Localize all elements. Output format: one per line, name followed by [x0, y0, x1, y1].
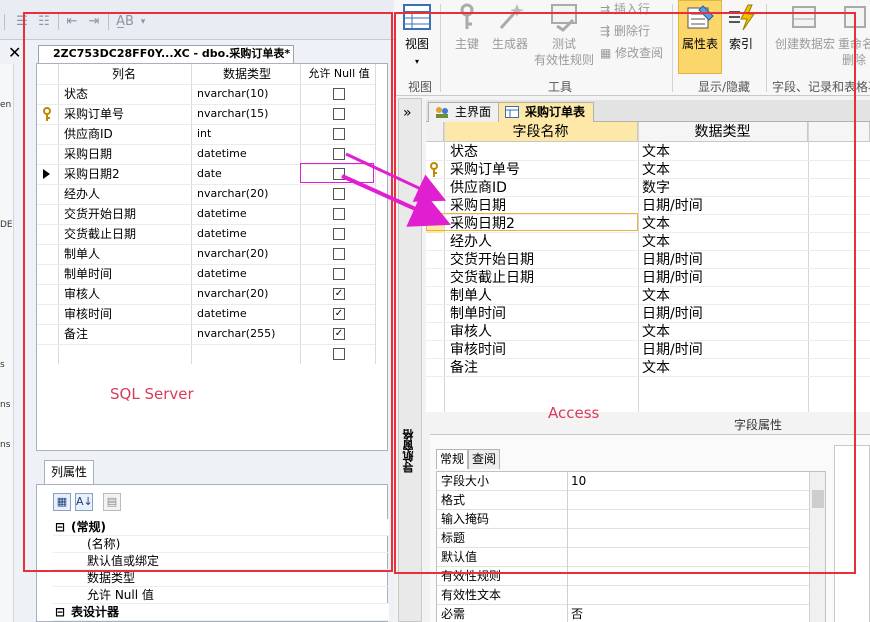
access-highlight-box	[394, 12, 856, 574]
property-label: 允许 Null 值	[87, 588, 154, 602]
sql-server-highlight-box	[23, 12, 393, 572]
field-property-row[interactable]: 有效性文本	[437, 586, 809, 605]
property-label: 表设计器	[71, 605, 120, 619]
toolbar-separator	[4, 14, 5, 30]
field-property-row[interactable]: 必需 否	[437, 605, 809, 622]
sql-server-designer: ☰ ☷ ⇤ ⇥ A̲B ▾ ✕ en DE s ns ns 2ZC753DC28…	[0, 0, 394, 622]
property-name: 必需	[441, 607, 466, 621]
property-row[interactable]: 数据类型	[53, 570, 389, 587]
property-row[interactable]: 允许 Null 值	[53, 587, 389, 604]
access-designer: 视图 ▾ 主键 生成器 测试 有效性规则 ⇉ 插入行 ⇶ 删除行 ▦ 修改查阅 …	[394, 0, 870, 622]
property-category[interactable]: ⊟ 表设计器	[53, 604, 389, 621]
object-explorer-edge: en DE s ns ns	[0, 64, 14, 622]
side-text: ns	[0, 400, 11, 410]
side-text: DE	[0, 220, 13, 230]
side-text: s	[0, 360, 5, 370]
property-value[interactable]: 否	[571, 605, 583, 622]
collapse-icon[interactable]: ⊟	[53, 604, 67, 621]
property-name: 有效性文本	[441, 588, 502, 602]
side-text: ns	[0, 440, 11, 450]
property-label: 数据类型	[87, 571, 136, 585]
side-text: en	[0, 100, 12, 110]
